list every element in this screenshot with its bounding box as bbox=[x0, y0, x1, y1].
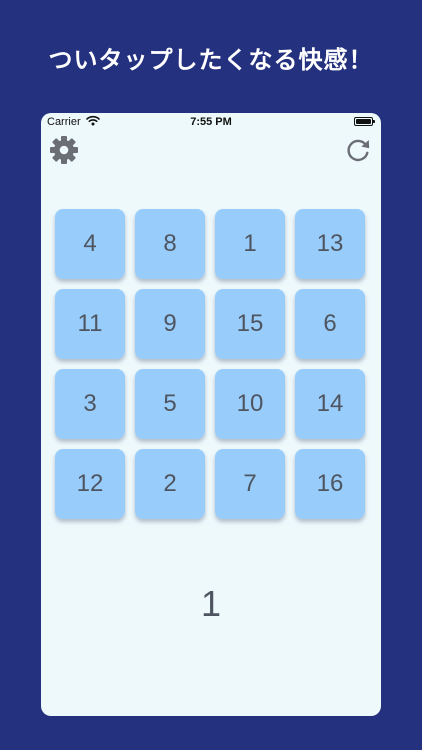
promo-headline: ついタップしたくなる快感！ bbox=[48, 46, 374, 74]
number-tile[interactable]: 11 bbox=[55, 289, 125, 359]
number-tile[interactable]: 7 bbox=[215, 449, 285, 519]
next-number-display: 1 bbox=[200, 583, 222, 624]
refresh-icon[interactable] bbox=[345, 137, 371, 163]
battery-icon bbox=[354, 117, 375, 126]
number-tile[interactable]: 13 bbox=[295, 209, 365, 279]
status-bar: Carrier 7:55 PM bbox=[41, 113, 381, 131]
number-tile[interactable]: 6 bbox=[295, 289, 365, 359]
phone-screen: Carrier 7:55 PM 4 8 1 13 11 9 15 6 3 5 1… bbox=[41, 113, 381, 716]
number-tile[interactable]: 8 bbox=[135, 209, 205, 279]
number-tile[interactable]: 2 bbox=[135, 449, 205, 519]
status-time: 7:55 PM bbox=[190, 116, 232, 128]
number-tile[interactable]: 16 bbox=[295, 449, 365, 519]
number-tile[interactable]: 14 bbox=[295, 369, 365, 439]
number-tile[interactable]: 12 bbox=[55, 449, 125, 519]
number-tile[interactable]: 4 bbox=[55, 209, 125, 279]
number-tile[interactable]: 1 bbox=[215, 209, 285, 279]
number-grid: 4 8 1 13 11 9 15 6 3 5 10 14 12 2 7 16 bbox=[55, 209, 365, 519]
number-tile[interactable]: 15 bbox=[215, 289, 285, 359]
number-tile[interactable]: 5 bbox=[135, 369, 205, 439]
gear-icon[interactable] bbox=[49, 135, 79, 165]
number-tile[interactable]: 9 bbox=[135, 289, 205, 359]
number-tile[interactable]: 10 bbox=[215, 369, 285, 439]
number-tile[interactable]: 3 bbox=[55, 369, 125, 439]
